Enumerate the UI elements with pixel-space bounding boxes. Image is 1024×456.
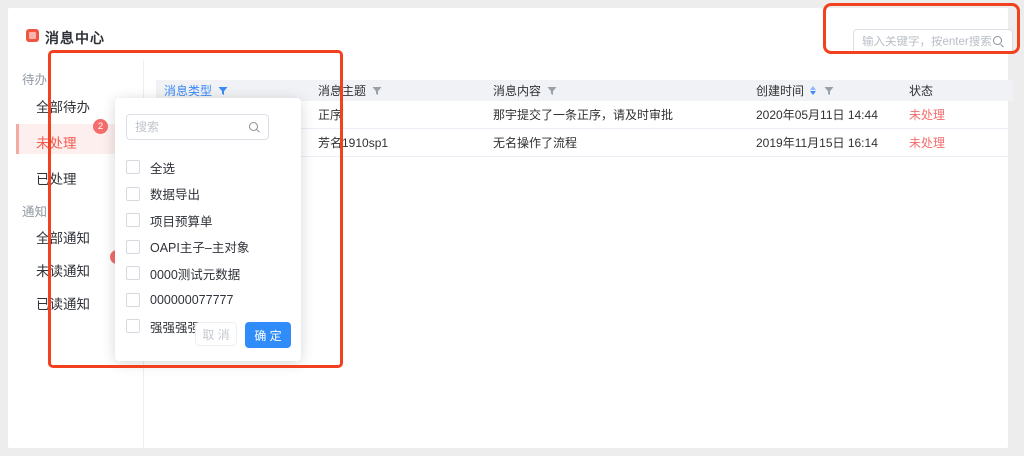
search-icon[interactable] (249, 122, 260, 133)
filter-option-select-all[interactable]: 全选 (126, 154, 296, 181)
sidebar-item-unread-notice[interactable]: 未读通知 (36, 260, 90, 280)
filter-footer: 取 消 确 定 (195, 322, 291, 348)
search-icon[interactable] (993, 36, 1004, 47)
checkbox[interactable] (126, 319, 140, 333)
column-filter-dropdown: 全选 数据导出 项目预算单 OAPI主子–主对象 0000测试元数据 (115, 98, 301, 361)
checkbox[interactable] (126, 160, 140, 174)
sidebar-item-all-notice[interactable]: 全部通知 (36, 227, 90, 247)
filter-search-input[interactable] (135, 120, 249, 134)
filter-icon[interactable] (547, 86, 557, 96)
cell-subject: 正序 (310, 106, 485, 123)
status-badge: 未处理 (901, 134, 1013, 151)
cell-content: 那宇提交了一条正序，请及时审批 (485, 106, 748, 123)
column-header-status: 状态 (901, 82, 1013, 99)
cell-created: 2020年05月11日 14:44 (748, 106, 901, 123)
sidebar-item-all-todo[interactable]: 全部待办 (36, 96, 90, 116)
cell-created: 2019年11月15日 16:14 (748, 134, 901, 151)
sidebar-item-processed[interactable]: 已处理 (36, 168, 77, 188)
filter-icon[interactable] (372, 86, 382, 96)
cell-content: 无名操作了流程 (485, 134, 748, 151)
confirm-button[interactable]: 确 定 (245, 322, 291, 348)
checkbox[interactable] (126, 240, 140, 254)
column-header-content[interactable]: 消息内容 (485, 82, 748, 99)
checkbox[interactable] (126, 187, 140, 201)
status-badge: 未处理 (901, 106, 1013, 123)
sidebar-group-notice: 通知 (22, 201, 47, 220)
checkbox[interactable] (126, 266, 140, 280)
sidebar-item-read-notice[interactable]: 已读通知 (36, 293, 90, 313)
cell-subject: 芳名1910sp1 (310, 134, 485, 151)
filter-icon[interactable] (218, 86, 228, 96)
main-card: 消息中心 待办 全部待办 未处理 2 已处理 通知 全部通知 未读通知 46 已… (8, 8, 1008, 448)
checkbox[interactable] (126, 293, 140, 307)
unprocessed-count-badge: 2 (93, 119, 108, 134)
filter-options-list: 全选 数据导出 项目预算单 OAPI主子–主对象 0000测试元数据 (126, 154, 296, 340)
sidebar-item-unprocessed[interactable]: 未处理 (36, 132, 77, 152)
filter-option[interactable]: 000000077777 (126, 287, 296, 314)
column-header-subject[interactable]: 消息主题 (310, 82, 485, 99)
message-center-page: 消息中心 待办 全部待办 未处理 2 已处理 通知 全部通知 未读通知 46 已… (0, 0, 1024, 456)
page-title: 消息中心 (45, 28, 105, 48)
column-header-message-type[interactable]: 消息类型 (156, 82, 310, 99)
checkbox[interactable] (126, 213, 140, 227)
keyword-search-box[interactable] (853, 29, 1013, 54)
sort-icon[interactable] (810, 86, 816, 95)
filter-option[interactable]: OAPI主子–主对象 (126, 234, 296, 261)
keyword-search-input[interactable] (862, 36, 993, 48)
column-header-created-time[interactable]: 创建时间 (748, 82, 901, 99)
cancel-button[interactable]: 取 消 (195, 322, 237, 346)
filter-option[interactable]: 项目预算单 (126, 207, 296, 234)
filter-option[interactable]: 0000测试元数据 (126, 260, 296, 287)
filter-icon[interactable] (824, 86, 834, 96)
message-center-icon (26, 29, 39, 42)
filter-option[interactable]: 数据导出 (126, 181, 296, 208)
filter-search-box[interactable] (126, 114, 269, 140)
sidebar-group-todo: 待办 (22, 69, 47, 88)
